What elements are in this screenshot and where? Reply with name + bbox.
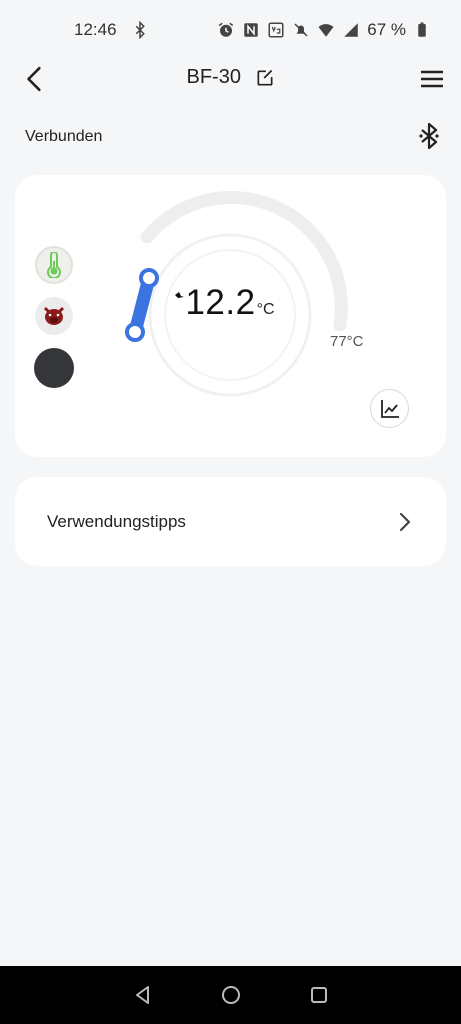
alarm-icon — [219, 22, 234, 37]
signal-icon — [344, 23, 358, 37]
menu-icon[interactable] — [420, 68, 444, 90]
edit-icon[interactable] — [255, 68, 275, 88]
line-chart-icon — [380, 399, 399, 418]
tips-label: Verwendungstipps — [47, 512, 186, 531]
probe-2[interactable] — [35, 297, 73, 335]
back-triangle-icon[interactable] — [132, 984, 154, 1006]
bluetooth-icon[interactable] — [418, 123, 440, 149]
wifi-icon — [318, 24, 334, 37]
status-time: 12:46 — [74, 20, 117, 39]
temperature-unit: °C — [256, 301, 275, 318]
home-circle-icon[interactable] — [220, 984, 242, 1006]
mute-icon — [294, 23, 308, 37]
battery-percent: 67 % — [367, 20, 406, 39]
boar-icon — [43, 306, 65, 325]
gauge-handle-top[interactable] — [139, 268, 159, 288]
connection-row: Verbunden — [25, 123, 440, 150]
current-temperature: 12.2 — [185, 283, 256, 322]
chart-button[interactable] — [370, 389, 409, 428]
temperature-readout: 12.2°C — [165, 283, 295, 323]
thermometer-card: 12.2°C 77°C — [15, 175, 446, 457]
chevron-right-icon — [399, 512, 411, 532]
probe-3[interactable] — [34, 348, 74, 388]
tips-row[interactable]: Verwendungstipps — [15, 477, 446, 566]
title-wrap: BF-30 — [0, 66, 461, 89]
status-bar: 12:46 67 % — [0, 0, 461, 60]
connection-status: Verbunden — [25, 128, 103, 145]
target-temperature: 77°C — [330, 333, 364, 350]
recents-square-icon[interactable] — [308, 984, 330, 1006]
battery-icon — [418, 22, 426, 37]
bluetooth-icon — [135, 21, 145, 39]
system-nav-bar — [0, 966, 461, 1024]
app-bar: BF-30 — [0, 58, 461, 100]
page-title: BF-30 — [186, 66, 241, 89]
probe-1[interactable] — [35, 246, 73, 284]
volte-icon — [268, 22, 284, 38]
nfc-icon — [244, 23, 258, 37]
gauge-handle-bottom[interactable] — [125, 322, 145, 342]
thermometer-icon — [47, 252, 61, 278]
